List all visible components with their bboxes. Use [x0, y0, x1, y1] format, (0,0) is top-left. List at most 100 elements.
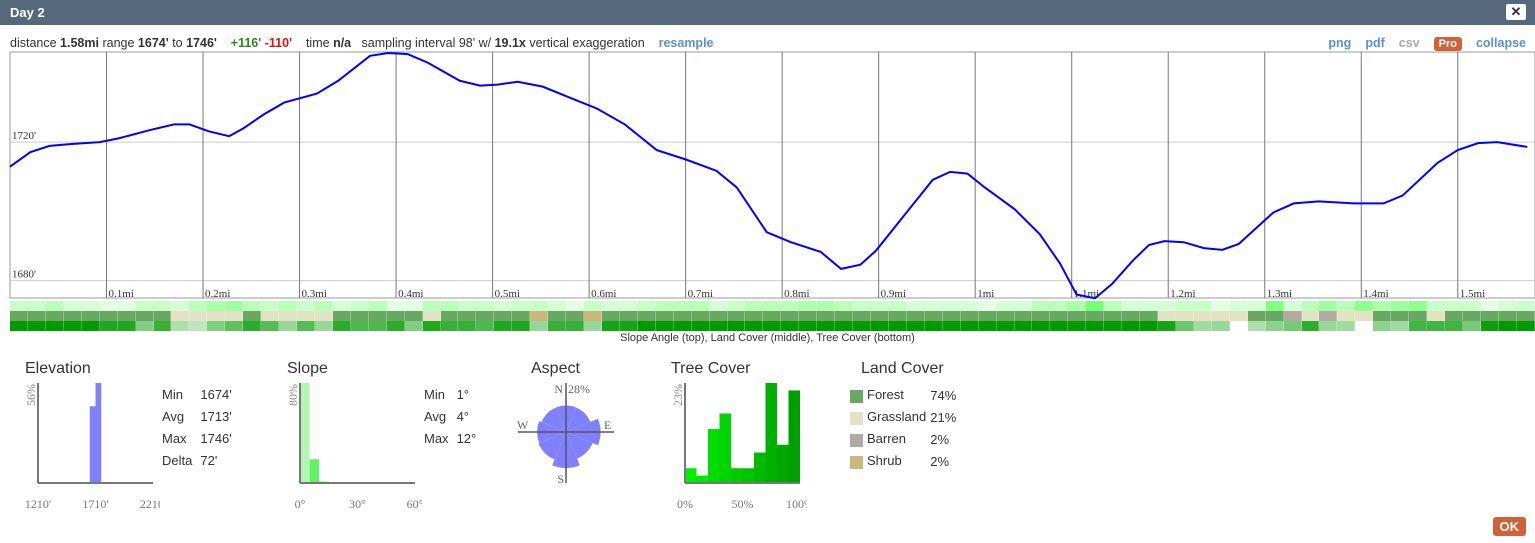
stat-value: 1746'	[200, 431, 232, 446]
land-cover-cell	[1158, 311, 1176, 321]
slope-cell	[996, 301, 1015, 311]
aspect-east-label: E	[604, 418, 611, 432]
land-cover-cell	[10, 311, 28, 321]
elevation-histogram: 56% 1210' 1710' 2210'	[24, 383, 160, 511]
stat-row: Max 12°	[424, 429, 482, 449]
land-cover-cell	[1014, 311, 1033, 321]
slope-cell	[1158, 301, 1176, 311]
land-cover-cell	[763, 311, 782, 321]
tree-cover-cell	[368, 321, 387, 331]
land-cover-swatch	[850, 433, 863, 447]
slope-cell	[279, 301, 297, 311]
land-cover-cell	[637, 311, 656, 321]
slope-cell	[924, 301, 943, 311]
slope-cell	[1337, 301, 1356, 311]
land-cover-cell	[924, 311, 943, 321]
histogram-bar	[788, 390, 800, 483]
land-cover-cell	[709, 311, 728, 321]
slope-cell	[1480, 301, 1499, 311]
ok-button[interactable]: OK	[1492, 517, 1526, 536]
tree-cover-cell	[117, 321, 136, 331]
resample-link[interactable]: resample	[659, 36, 714, 50]
land-cover-cell	[1337, 311, 1356, 321]
slope-cell	[1050, 301, 1069, 311]
slope-cell	[81, 301, 100, 311]
elevation-loss: -110'	[264, 36, 293, 50]
land-cover-name: Barren	[867, 431, 907, 447]
x-tick-label: 1710'	[82, 497, 108, 511]
collapse-link[interactable]: collapse	[1476, 36, 1526, 50]
slope-cell	[27, 301, 46, 311]
aspect-rose: N 28% E W S	[517, 382, 614, 486]
elevation-title: Elevation	[25, 360, 91, 377]
land-cover-cell	[225, 311, 244, 321]
pro-badge[interactable]: Pro	[1433, 37, 1462, 51]
slope-cell	[512, 301, 531, 311]
land-cover-cell	[243, 311, 262, 321]
tree-cover-cell	[584, 321, 602, 331]
land-cover-cell	[1265, 311, 1284, 321]
land-cover-cell	[81, 311, 100, 321]
slope-cell	[1086, 301, 1105, 311]
tree-cover-cell	[548, 321, 567, 331]
pdf-link[interactable]: pdf	[1365, 36, 1384, 50]
land-cover-cell	[978, 311, 997, 321]
slope-cell	[978, 301, 997, 311]
aspect-west-label: W	[517, 418, 529, 432]
elevation-profile-chart[interactable]: 1720' 1680' 0.1mi 0.2mi 0.3mi 0.4mi 0.5mi 0.6mi…	[0, 51, 1535, 301]
land-cover-cell	[888, 311, 907, 321]
histogram-bar	[719, 413, 731, 483]
slope-cell	[1211, 301, 1230, 311]
slope-cell	[63, 301, 82, 311]
tree-cover-cell	[942, 321, 961, 331]
land-cover-cell	[332, 311, 351, 321]
land-cover-cell	[1193, 311, 1212, 321]
tree-cover-cell	[1211, 321, 1230, 331]
land-cover-cell	[45, 311, 64, 321]
land-cover-cell	[1427, 311, 1445, 321]
land-cover-cell	[171, 311, 190, 321]
strips-caption: Slope Angle (top), Land Cover (middle), …	[620, 332, 915, 344]
close-button[interactable]: ✕	[1506, 4, 1526, 20]
land-cover-swatch	[850, 389, 863, 403]
land-cover-cell	[1391, 311, 1410, 321]
slope-cell	[727, 301, 746, 311]
land-cover-cell	[494, 311, 513, 321]
land-cover-cell	[1175, 311, 1194, 321]
tree-cover-cell	[1014, 321, 1033, 331]
slope-cell	[817, 301, 836, 311]
slope-cell	[1068, 301, 1087, 311]
tree-cover-cell	[45, 321, 64, 331]
land-cover-cell	[189, 311, 208, 321]
exaggeration-label: vertical exaggeration	[529, 36, 645, 50]
tree-cover-cell	[1247, 321, 1266, 331]
png-link[interactable]: png	[1328, 36, 1351, 50]
slope-cell	[1283, 301, 1302, 311]
land-cover-cell	[135, 311, 154, 321]
x-tick-label: 2210'	[140, 497, 160, 511]
stat-label: Min	[424, 387, 445, 402]
x-tick-label: 0.5mi	[495, 288, 520, 300]
tree-cover-cell	[655, 321, 674, 331]
slope-cell	[99, 301, 118, 311]
tree-cover-cell	[1480, 321, 1499, 331]
land-cover-cell	[548, 311, 567, 321]
stat-row: Min 1674'	[162, 385, 238, 405]
land-cover-cell	[458, 311, 477, 321]
tree-cover-cell	[512, 321, 531, 331]
histogram-bar	[95, 383, 102, 483]
csv-link[interactable]: csv	[1399, 36, 1420, 50]
title-bar: Day 2 ✕	[0, 0, 1535, 25]
elevation-gain: +116'	[230, 36, 262, 50]
sampling-label: sampling interval 98' w/	[361, 36, 492, 50]
x-tick-label: 0.8mi	[784, 288, 809, 300]
slope-cell	[1373, 301, 1392, 311]
stat-row: Avg 1713'	[162, 407, 238, 427]
tree-cover-cell	[404, 321, 423, 331]
tree-cover-cell	[314, 321, 333, 331]
land-cover-cell	[727, 311, 746, 321]
land-cover-item: Forest 74%	[850, 386, 958, 406]
x-tick-label: 0.6mi	[591, 288, 616, 300]
tree-cover-cell	[1283, 321, 1302, 331]
land-cover-cell	[1104, 311, 1123, 321]
